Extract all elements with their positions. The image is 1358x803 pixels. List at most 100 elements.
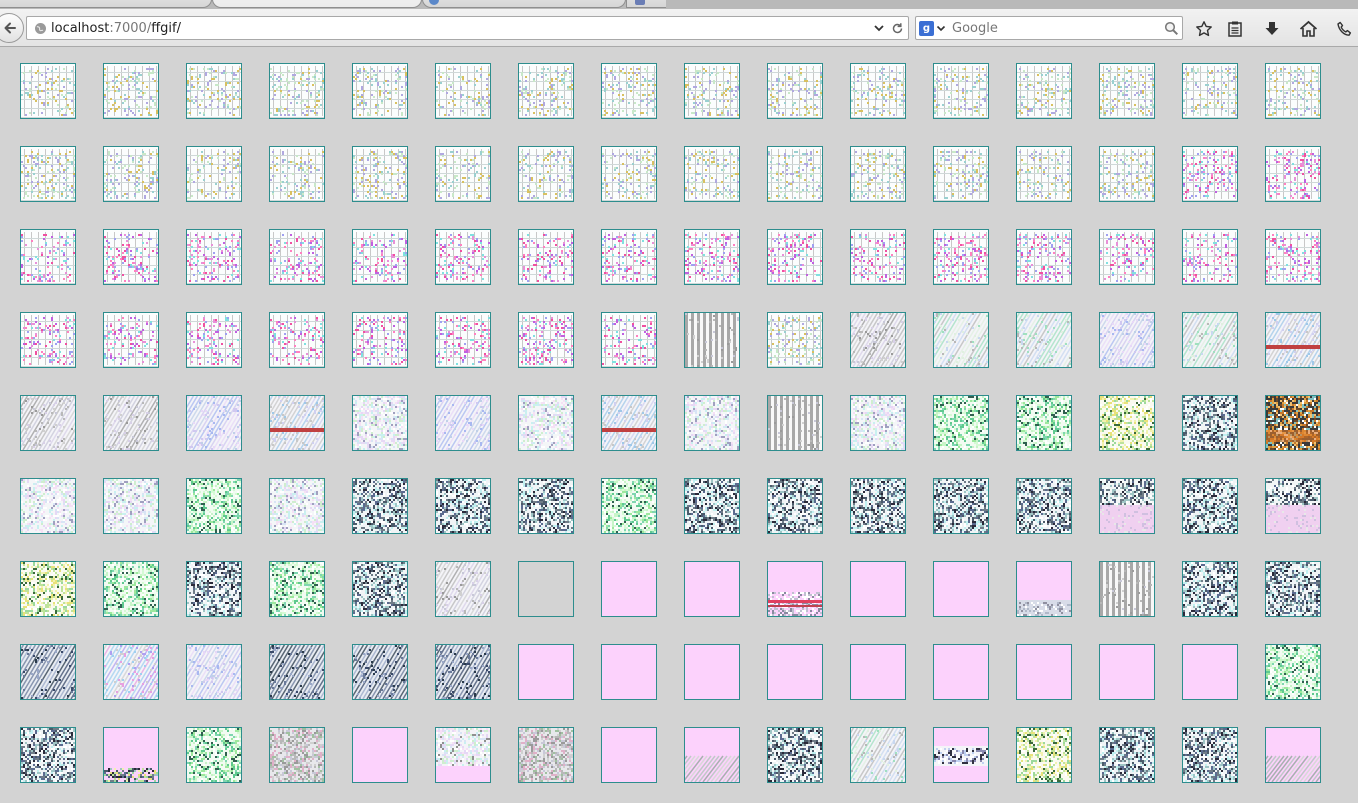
gif-frame-thumbnail[interactable] [933, 229, 989, 285]
gif-frame-thumbnail[interactable] [352, 63, 408, 119]
gif-frame-thumbnail[interactable] [1016, 229, 1072, 285]
gif-frame-thumbnail[interactable] [933, 478, 989, 534]
gif-frame-thumbnail[interactable] [1265, 644, 1321, 700]
gif-frame-thumbnail[interactable] [103, 727, 159, 783]
gif-frame-thumbnail[interactable] [601, 229, 657, 285]
gif-frame-thumbnail[interactable] [1265, 229, 1321, 285]
gif-frame-thumbnail[interactable] [850, 312, 906, 368]
gif-frame-thumbnail[interactable] [352, 561, 408, 617]
gif-frame-thumbnail[interactable] [269, 312, 325, 368]
gif-frame-thumbnail[interactable] [850, 146, 906, 202]
gif-frame-thumbnail[interactable] [767, 146, 823, 202]
gif-frame-thumbnail[interactable] [1016, 644, 1072, 700]
gif-frame-thumbnail[interactable] [1099, 312, 1155, 368]
gif-frame-thumbnail[interactable] [1182, 146, 1238, 202]
gif-frame-thumbnail[interactable] [518, 312, 574, 368]
gif-frame-thumbnail[interactable] [103, 229, 159, 285]
gif-frame-thumbnail[interactable] [684, 63, 740, 119]
gif-frame-thumbnail[interactable] [601, 727, 657, 783]
gif-frame-thumbnail[interactable] [850, 478, 906, 534]
gif-frame-thumbnail[interactable] [933, 395, 989, 451]
gif-frame-thumbnail[interactable] [435, 644, 491, 700]
gif-frame-thumbnail[interactable] [1099, 561, 1155, 617]
gif-frame-thumbnail[interactable] [684, 561, 740, 617]
gif-frame-thumbnail[interactable] [1265, 395, 1321, 451]
home-button[interactable] [1297, 18, 1319, 40]
gif-frame-thumbnail[interactable] [1099, 644, 1155, 700]
gif-frame-thumbnail[interactable] [435, 478, 491, 534]
gif-frame-thumbnail[interactable] [1182, 561, 1238, 617]
gif-frame-thumbnail[interactable] [269, 146, 325, 202]
gif-frame-thumbnail[interactable] [20, 644, 76, 700]
gif-frame-thumbnail[interactable] [103, 63, 159, 119]
gif-frame-thumbnail[interactable] [684, 644, 740, 700]
gif-frame-thumbnail[interactable] [1016, 395, 1072, 451]
gif-frame-thumbnail[interactable] [601, 478, 657, 534]
gif-frame-thumbnail[interactable] [684, 727, 740, 783]
gif-frame-thumbnail[interactable] [684, 395, 740, 451]
gif-frame-thumbnail[interactable] [601, 146, 657, 202]
chevron-down-icon[interactable] [872, 21, 886, 35]
gif-frame-thumbnail[interactable] [601, 312, 657, 368]
gif-frame-thumbnail[interactable] [684, 229, 740, 285]
gif-frame-thumbnail[interactable] [1182, 644, 1238, 700]
gif-frame-thumbnail[interactable] [518, 561, 574, 617]
google-icon[interactable]: g [919, 20, 934, 36]
gif-frame-thumbnail[interactable] [518, 478, 574, 534]
gif-frame-thumbnail[interactable] [186, 395, 242, 451]
gif-frame-thumbnail[interactable] [1265, 63, 1321, 119]
tab-1[interactable] [0, 0, 212, 8]
reading-list-button[interactable] [1224, 18, 1246, 40]
gif-frame-thumbnail[interactable] [1265, 312, 1321, 368]
gif-frame-thumbnail[interactable] [767, 312, 823, 368]
search-input[interactable] [952, 19, 1152, 37]
bookmark-button[interactable] [1193, 18, 1215, 40]
gif-frame-thumbnail[interactable] [518, 395, 574, 451]
gif-frame-thumbnail[interactable] [352, 644, 408, 700]
gif-frame-thumbnail[interactable] [601, 644, 657, 700]
gif-frame-thumbnail[interactable] [518, 146, 574, 202]
gif-frame-thumbnail[interactable] [103, 146, 159, 202]
gif-frame-thumbnail[interactable] [767, 63, 823, 119]
gif-frame-thumbnail[interactable] [850, 561, 906, 617]
gif-frame-thumbnail[interactable] [1265, 146, 1321, 202]
gif-frame-thumbnail[interactable] [933, 644, 989, 700]
gif-frame-thumbnail[interactable] [269, 478, 325, 534]
gif-frame-thumbnail[interactable] [1016, 478, 1072, 534]
gif-frame-thumbnail[interactable] [20, 561, 76, 617]
gif-frame-thumbnail[interactable] [850, 63, 906, 119]
gif-frame-thumbnail[interactable] [20, 63, 76, 119]
gif-frame-thumbnail[interactable] [103, 561, 159, 617]
gif-frame-thumbnail[interactable] [933, 146, 989, 202]
gif-frame-thumbnail[interactable] [1099, 146, 1155, 202]
gif-frame-thumbnail[interactable] [933, 63, 989, 119]
gif-frame-thumbnail[interactable] [1265, 478, 1321, 534]
gif-frame-thumbnail[interactable] [1182, 478, 1238, 534]
phone-button[interactable] [1334, 18, 1356, 40]
gif-frame-thumbnail[interactable] [850, 395, 906, 451]
gif-frame-thumbnail[interactable] [1182, 63, 1238, 119]
gif-frame-thumbnail[interactable] [601, 561, 657, 617]
gif-frame-thumbnail[interactable] [186, 312, 242, 368]
gif-frame-thumbnail[interactable] [269, 395, 325, 451]
gif-frame-thumbnail[interactable] [352, 478, 408, 534]
gif-frame-thumbnail[interactable] [518, 63, 574, 119]
gif-frame-thumbnail[interactable] [352, 727, 408, 783]
magnifier-icon[interactable] [1163, 20, 1179, 36]
gif-frame-thumbnail[interactable] [435, 395, 491, 451]
gif-frame-thumbnail[interactable] [1099, 727, 1155, 783]
gif-frame-thumbnail[interactable] [269, 63, 325, 119]
gif-frame-thumbnail[interactable] [767, 644, 823, 700]
gif-frame-thumbnail[interactable] [352, 312, 408, 368]
gif-frame-thumbnail[interactable] [435, 146, 491, 202]
gif-frame-thumbnail[interactable] [269, 229, 325, 285]
gif-frame-thumbnail[interactable] [518, 229, 574, 285]
gif-frame-thumbnail[interactable] [269, 727, 325, 783]
gif-frame-thumbnail[interactable] [352, 229, 408, 285]
gif-frame-thumbnail[interactable] [933, 727, 989, 783]
gif-frame-thumbnail[interactable] [767, 478, 823, 534]
gif-frame-thumbnail[interactable] [850, 229, 906, 285]
gif-frame-thumbnail[interactable] [186, 561, 242, 617]
gif-frame-thumbnail[interactable] [1016, 727, 1072, 783]
gif-frame-thumbnail[interactable] [1182, 312, 1238, 368]
